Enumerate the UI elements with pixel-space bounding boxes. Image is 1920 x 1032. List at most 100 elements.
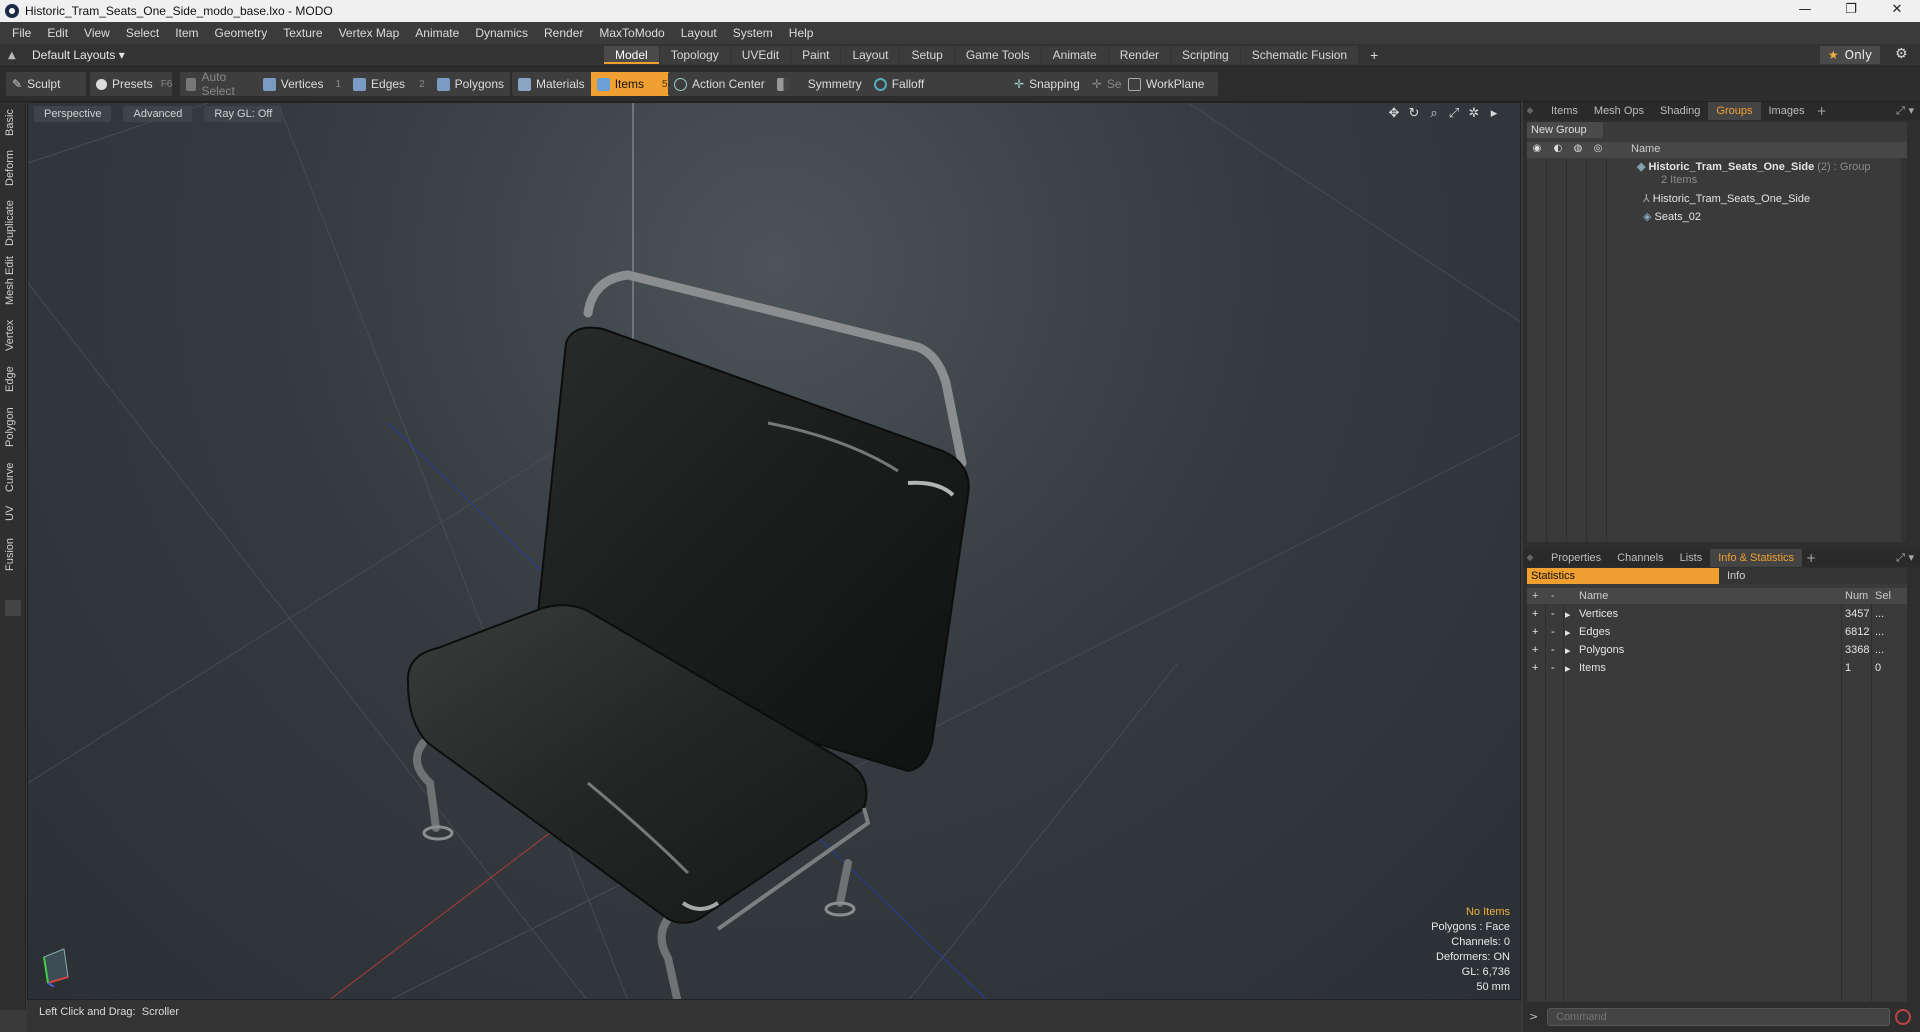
menu-help[interactable]: Help (781, 26, 822, 40)
menu-texture[interactable]: Texture (275, 26, 330, 40)
tab-items[interactable]: Items (1543, 102, 1586, 120)
symmetry-button[interactable]: Symmetry (771, 72, 868, 96)
expand-arrow-icon[interactable]: ▸ (1565, 644, 1571, 657)
shading-dropdown[interactable]: Advanced (123, 106, 193, 122)
tab-channels[interactable]: Channels (1609, 549, 1671, 567)
left-tab-extra-button[interactable] (5, 600, 21, 616)
pan-icon[interactable]: ✥ (1384, 106, 1404, 121)
menu-file[interactable]: File (4, 26, 39, 40)
tab-mesh-ops[interactable]: Mesh Ops (1586, 102, 1652, 120)
auto-select-button[interactable]: Auto Select (180, 70, 257, 98)
tab-paint[interactable]: Paint (791, 46, 841, 64)
falloff-button[interactable]: Falloff (868, 72, 930, 96)
zoom-icon[interactable]: ⌕ (1424, 106, 1444, 121)
items-button[interactable]: Items 5 (590, 72, 674, 96)
close-button[interactable]: ✕ (1874, 0, 1920, 22)
groups-scrollbar[interactable] (1901, 158, 1907, 542)
menu-edit[interactable]: Edit (39, 26, 76, 40)
tab-lists[interactable]: Lists (1672, 549, 1711, 567)
more-arrow-icon[interactable]: ▸ (1484, 106, 1504, 121)
settings-icon[interactable]: ✲ (1464, 106, 1484, 121)
tab-groups[interactable]: Groups (1708, 102, 1761, 120)
only-toggle[interactable]: ★ Only (1820, 46, 1880, 64)
command-input[interactable] (1547, 1008, 1890, 1026)
maximize-button[interactable]: ❐ (1828, 0, 1874, 22)
menu-animate[interactable]: Animate (407, 26, 467, 40)
layouts-dropdown[interactable]: Default Layouts ▾ (32, 48, 125, 62)
menu-maxtomodo[interactable]: MaxToModo (591, 26, 672, 40)
materials-button[interactable]: Materials (512, 72, 591, 96)
left-tab-duplicate[interactable]: Duplicate (4, 198, 22, 248)
new-group-button[interactable]: New Group (1527, 122, 1603, 138)
add-panel-tab-button[interactable]: + (1813, 104, 1831, 118)
menu-select[interactable]: Select (118, 26, 167, 40)
snapping-button[interactable]: ✛ Snapping (1008, 72, 1086, 96)
action-center-button[interactable]: Action Center (668, 72, 771, 96)
left-tab-polygon[interactable]: Polygon (4, 404, 22, 450)
group-child-mesh[interactable]: ⅄ Historic_Tram_Seats_One_Side (1643, 192, 1810, 208)
gear-icon[interactable]: ⚙ (1895, 46, 1908, 62)
visibility-eye-icon[interactable]: ◉ (1530, 143, 1544, 156)
add-panel-tab-button[interactable]: + (1802, 551, 1820, 565)
menu-dynamics[interactable]: Dynamics (467, 26, 536, 40)
left-tab-fusion[interactable]: Fusion (4, 534, 22, 574)
menu-layout[interactable]: Layout (673, 26, 725, 40)
edges-button[interactable]: Edges 2 (347, 72, 431, 96)
layout-collapse-icon[interactable]: ▲ (8, 50, 22, 61)
panel-grip-icon[interactable]: ◆ (1523, 553, 1537, 563)
menu-vertex-map[interactable]: Vertex Map (331, 26, 408, 40)
left-tab-vertex[interactable]: Vertex (4, 316, 22, 354)
tab-render[interactable]: Render (1108, 46, 1171, 64)
menu-render[interactable]: Render (536, 26, 591, 40)
select-icon[interactable]: ◎ (1591, 143, 1605, 156)
left-tab-uv[interactable]: UV (4, 502, 22, 524)
polygons-button[interactable]: Polygons (431, 72, 510, 96)
tab-layout[interactable]: Layout (841, 46, 900, 64)
lock-icon[interactable]: ◍ (1571, 143, 1585, 156)
tab-scripting[interactable]: Scripting (1171, 46, 1240, 64)
fit-icon[interactable]: ⤢ (1444, 106, 1464, 121)
tab-game-tools[interactable]: Game Tools (954, 46, 1041, 64)
subtab-info[interactable]: Info (1727, 568, 1745, 584)
expand-arrow-icon[interactable]: ▸ (1565, 662, 1571, 675)
left-tab-edge[interactable]: Edge (4, 364, 22, 394)
group-child-seats[interactable]: ◈ Seats_02 (1643, 210, 1701, 226)
3d-viewport[interactable]: Perspective Advanced Ray GL: Off ✥ ↻ ⌕ ⤢… (27, 102, 1521, 1000)
stats-row-vertices[interactable]: + - ▸ Vertices 3457 ... (1527, 606, 1907, 624)
render-icon[interactable]: ◐ (1551, 143, 1565, 156)
subtab-statistics[interactable]: Statistics (1527, 568, 1719, 584)
raygl-toggle[interactable]: Ray GL: Off (204, 106, 283, 122)
perspective-dropdown[interactable]: Perspective (34, 106, 112, 122)
tab-uvedit[interactable]: UVEdit (730, 46, 791, 64)
tab-schematic-fusion[interactable]: Schematic Fusion (1240, 46, 1359, 64)
expand-panel-icon[interactable]: ⤢ ▾ (1896, 102, 1914, 120)
tab-model[interactable]: Model (604, 46, 659, 64)
menu-item[interactable]: Item (167, 26, 206, 40)
stats-row-polygons[interactable]: + - ▸ Polygons 3368 ... (1527, 642, 1907, 660)
tab-topology[interactable]: Topology (659, 46, 730, 64)
minimize-button[interactable]: — (1782, 0, 1828, 22)
record-macro-icon[interactable] (1895, 1009, 1911, 1025)
stats-row-items[interactable]: + - ▸ Items 1 0 (1527, 660, 1907, 678)
menu-system[interactable]: System (725, 26, 781, 40)
left-tab-mesh-edit[interactable]: Mesh Edit (4, 256, 22, 306)
tab-info-statistics[interactable]: Info & Statistics (1710, 549, 1803, 567)
expand-panel-icon[interactable]: ⤢ ▾ (1896, 549, 1914, 567)
left-tab-curve[interactable]: Curve (4, 460, 22, 494)
tab-setup[interactable]: Setup (900, 46, 954, 64)
expand-arrow-icon[interactable]: ▸ (1565, 608, 1571, 621)
tab-properties[interactable]: Properties (1543, 549, 1609, 567)
panel-grip-icon[interactable]: ◆ (1523, 106, 1537, 116)
sculpt-button[interactable]: ✎ Sculpt (6, 72, 66, 96)
tab-shading[interactable]: Shading (1652, 102, 1708, 120)
menu-geometry[interactable]: Geometry (207, 26, 276, 40)
presets-button[interactable]: Presets F6 (90, 72, 178, 96)
vertices-button[interactable]: Vertices 1 (257, 72, 347, 96)
left-tab-basic[interactable]: Basic (4, 106, 22, 140)
add-tab-button[interactable]: + (1359, 46, 1389, 64)
expand-arrow-icon[interactable]: ▸ (1565, 626, 1571, 639)
stats-row-edges[interactable]: + - ▸ Edges 6812 ... (1527, 624, 1907, 642)
tab-images[interactable]: Images (1761, 102, 1813, 120)
menu-view[interactable]: View (76, 26, 118, 40)
rotate-icon[interactable]: ↻ (1404, 106, 1424, 121)
